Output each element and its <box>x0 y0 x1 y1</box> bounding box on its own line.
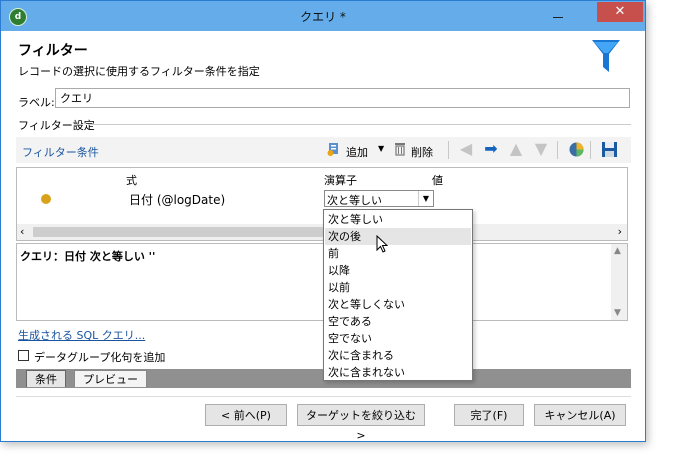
group-checkbox[interactable] <box>18 350 29 361</box>
status-dot-icon <box>41 194 51 204</box>
column-header-value[interactable]: 値 <box>432 172 443 188</box>
delete-button[interactable]: 削除 <box>411 144 433 160</box>
filter-settings-label: フィルター設定 <box>18 119 95 132</box>
save-icon[interactable] <box>601 141 618 158</box>
page-subtitle: レコードの選択に使用するフィルター条件を指定 <box>18 65 260 78</box>
tab-conditions[interactable]: 条件 <box>26 370 66 387</box>
chart-icon[interactable] <box>568 141 585 158</box>
list-item[interactable]: 次に含まれない <box>325 364 471 381</box>
label-field-label: ラベル: <box>18 96 55 109</box>
scroll-down-icon[interactable]: ▼ <box>614 308 621 318</box>
list-item[interactable]: 以降 <box>325 262 471 279</box>
scroll-right-icon[interactable]: › <box>618 225 622 238</box>
operator-select[interactable]: 次と等しい ▼ <box>324 190 434 207</box>
vertical-scrollbar[interactable]: ▲ ▼ <box>611 244 627 320</box>
operator-select-value: 次と等しい <box>327 194 382 207</box>
scroll-up-icon[interactable]: ▲ <box>614 246 621 256</box>
horizontal-scrollbar[interactable]: ‹ › <box>17 224 627 240</box>
arrow-right-icon[interactable]: ➡ <box>482 140 500 158</box>
label-input[interactable] <box>55 88 630 108</box>
add-icon[interactable] <box>327 142 341 156</box>
list-item[interactable]: 次と等しくない <box>325 296 471 313</box>
expression-cell[interactable]: 日付 (@logDate) <box>129 191 225 208</box>
narrow-target-button[interactable]: ターゲットを絞り込む> <box>297 404 425 442</box>
list-item[interactable]: 次の後 <box>325 228 471 245</box>
toolbar-separator <box>557 141 558 159</box>
add-dropdown-icon[interactable]: ▼ <box>378 144 384 153</box>
column-header-expression[interactable]: 式 <box>126 172 137 188</box>
toolbar-separator <box>448 141 449 159</box>
conditions-grid: 式 演算子 値 日付 (@logDate) 次と等しい ▼ ‹ › <box>16 167 628 241</box>
title-bar[interactable]: d クエリ * ✕ <box>1 1 645 31</box>
list-item[interactable]: 次に含まれる <box>325 347 471 364</box>
arrow-left-icon[interactable]: ◀ <box>457 140 475 158</box>
group-checkbox-label[interactable]: データグループ化句を追加 <box>34 349 165 365</box>
finish-button[interactable]: 完了(F) <box>454 404 524 426</box>
close-button[interactable]: ✕ <box>597 2 643 22</box>
cancel-button[interactable]: キャンセル(A) <box>534 404 626 426</box>
operator-dropdown-list: 次と等しい 次の後 前 以降 以前 次と等しくない 空である 空でない 次に含ま… <box>323 209 473 381</box>
arrow-down-icon[interactable]: ▼ <box>532 140 550 158</box>
toolbar-separator <box>590 141 591 159</box>
page-title: フィルター <box>18 43 88 59</box>
filter-conditions-label: フィルター条件 <box>22 146 99 159</box>
column-header-operator[interactable]: 演算子 <box>324 172 357 188</box>
scrollbar-thumb[interactable] <box>33 227 325 237</box>
back-button[interactable]: < 前へ(P) <box>205 404 287 426</box>
chevron-down-icon[interactable]: ▼ <box>418 191 433 206</box>
minimize-button[interactable] <box>549 9 567 21</box>
list-item[interactable]: 次と等しい <box>325 211 471 228</box>
dialog-window: d クエリ * ✕ フィルター レコードの選択に使用するフィルター条件を指定 ラ… <box>0 0 646 442</box>
list-item[interactable]: 空でない <box>325 330 471 347</box>
funnel-icon <box>592 40 620 72</box>
add-button[interactable]: 追加 <box>346 144 368 160</box>
list-item[interactable]: 以前 <box>325 279 471 296</box>
arrow-up-icon[interactable]: ▲ <box>507 140 525 158</box>
trash-icon[interactable] <box>394 142 406 156</box>
query-preview: クエリ：日付 次と等しい '' ▲ ▼ <box>16 243 628 321</box>
mouse-pointer-icon <box>376 235 388 253</box>
filter-toolbar: フィルター条件 追加 ▼ 削除 ◀ ➡ ▲ ▼ <box>16 137 631 163</box>
section-divider <box>89 124 631 125</box>
generated-sql-link[interactable]: 生成される SQL クエリ... <box>18 327 145 343</box>
query-text: クエリ：日付 次と等しい '' <box>20 250 156 263</box>
list-item[interactable]: 空である <box>325 313 471 330</box>
footer-divider <box>16 396 631 397</box>
tab-preview[interactable]: プレビュー <box>74 370 147 387</box>
list-item[interactable]: 前 <box>325 245 471 262</box>
table-row[interactable]: 日付 (@logDate) 次と等しい ▼ <box>17 188 627 208</box>
scroll-left-icon[interactable]: ‹ <box>20 225 24 238</box>
